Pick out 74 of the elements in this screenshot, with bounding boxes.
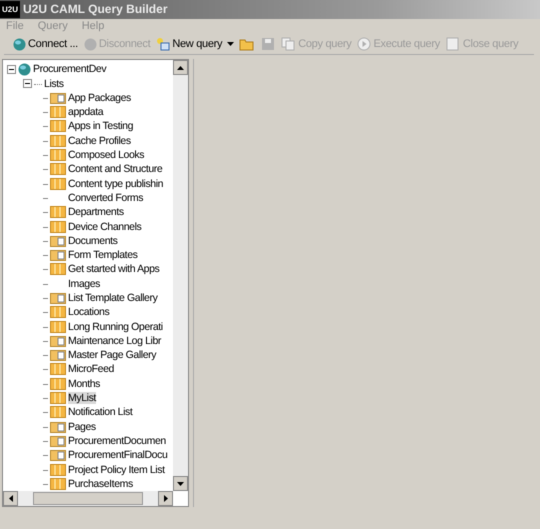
collapse-icon[interactable] <box>7 64 16 74</box>
tree-item[interactable]: Form Templates <box>68 249 138 262</box>
tree-item[interactable]: Cache Profiles <box>68 134 131 147</box>
tree-item[interactable]: ProcurementDev <box>33 63 106 76</box>
folder-icon <box>50 234 66 247</box>
tree-item[interactable]: Content type publishin <box>68 178 164 190</box>
vertical-scrollbar[interactable] <box>173 60 188 491</box>
list-icon <box>50 120 66 132</box>
tree-item[interactable]: Get started with Apps <box>68 263 160 276</box>
tree-item[interactable]: PurchaseItems <box>68 478 133 490</box>
app-logo: U2U <box>0 0 20 18</box>
list-icon <box>50 163 66 176</box>
tree-item[interactable]: Departments <box>68 206 124 218</box>
up-arrow-icon[interactable] <box>177 66 184 70</box>
tree-item[interactable]: MyList <box>68 392 96 404</box>
tree-item[interactable]: Locations <box>68 306 110 318</box>
folder-icon <box>50 349 66 362</box>
tree-item[interactable]: List Template Gallery <box>68 292 158 304</box>
tree-item[interactable]: MicroFeed <box>68 363 114 376</box>
list-icon <box>50 464 66 476</box>
tree-item[interactable]: Pages <box>68 420 96 433</box>
tree-item[interactable]: Master Page Gallery <box>68 349 156 362</box>
list-icon <box>50 206 66 218</box>
play-icon <box>357 37 372 52</box>
right-arrow-icon[interactable] <box>164 495 168 502</box>
tree-item[interactable]: Apps in Testing <box>68 120 134 132</box>
copy-icon <box>281 37 296 52</box>
tree-item[interactable]: Long Running Operati <box>68 320 163 333</box>
tree-item[interactable]: Lists <box>44 78 64 90</box>
window-title: U2U CAML Query Builder <box>23 2 168 16</box>
list-icon <box>50 306 66 318</box>
list-icon <box>50 406 66 418</box>
down-arrow-icon[interactable] <box>177 482 184 486</box>
horizontal-scrollbar[interactable] <box>3 491 173 506</box>
toolbar-button[interactable]: New query <box>155 34 224 54</box>
tree-item[interactable]: Notification List <box>68 406 132 418</box>
list-icon <box>50 363 66 376</box>
list-icon <box>50 134 66 147</box>
tree-item[interactable]: Documents <box>68 234 118 247</box>
tree-item[interactable]: Content and Structure <box>68 163 162 176</box>
left-arrow-icon[interactable] <box>8 495 12 502</box>
tree-item[interactable]: Converted Forms <box>68 192 144 204</box>
folder-icon <box>50 292 66 304</box>
folder-icon <box>50 449 66 462</box>
caret-icon[interactable] <box>227 42 234 46</box>
tree-item[interactable]: Images <box>68 278 100 290</box>
list-icon <box>50 178 66 190</box>
folder-icon <box>50 434 66 447</box>
tree-item[interactable]: Project Policy Item List <box>68 464 165 476</box>
tree-item[interactable]: App Packages <box>68 92 131 104</box>
folder-icon <box>50 92 66 104</box>
tree-item[interactable]: Maintenance Log Libr <box>68 334 161 347</box>
collapse-icon[interactable] <box>23 79 32 88</box>
tree-item[interactable]: Device Channels <box>68 220 142 232</box>
tree-item[interactable]: ProcurementDocumen <box>68 434 166 447</box>
new-document-icon <box>156 37 170 52</box>
document-icon <box>446 37 461 52</box>
list-icon <box>50 263 66 276</box>
list-icon <box>50 392 66 404</box>
folder-icon <box>50 420 66 433</box>
tree-item[interactable]: ProcurementFinalDocu <box>68 449 168 462</box>
folder-icon <box>50 334 66 347</box>
list-icon <box>50 378 66 390</box>
list-icon <box>50 220 66 232</box>
folder-icon <box>50 249 66 262</box>
toolbar-button[interactable]: Connect ... <box>12 34 79 54</box>
tree-item[interactable]: appdata <box>68 106 104 118</box>
scroll-thumb[interactable] <box>33 492 143 505</box>
list-icon <box>50 320 66 333</box>
tree-item[interactable]: Composed Looks <box>68 149 144 162</box>
list-icon <box>50 478 66 490</box>
list-icon <box>50 106 66 118</box>
list-icon <box>50 149 66 162</box>
tree-item[interactable]: Months <box>68 378 100 390</box>
